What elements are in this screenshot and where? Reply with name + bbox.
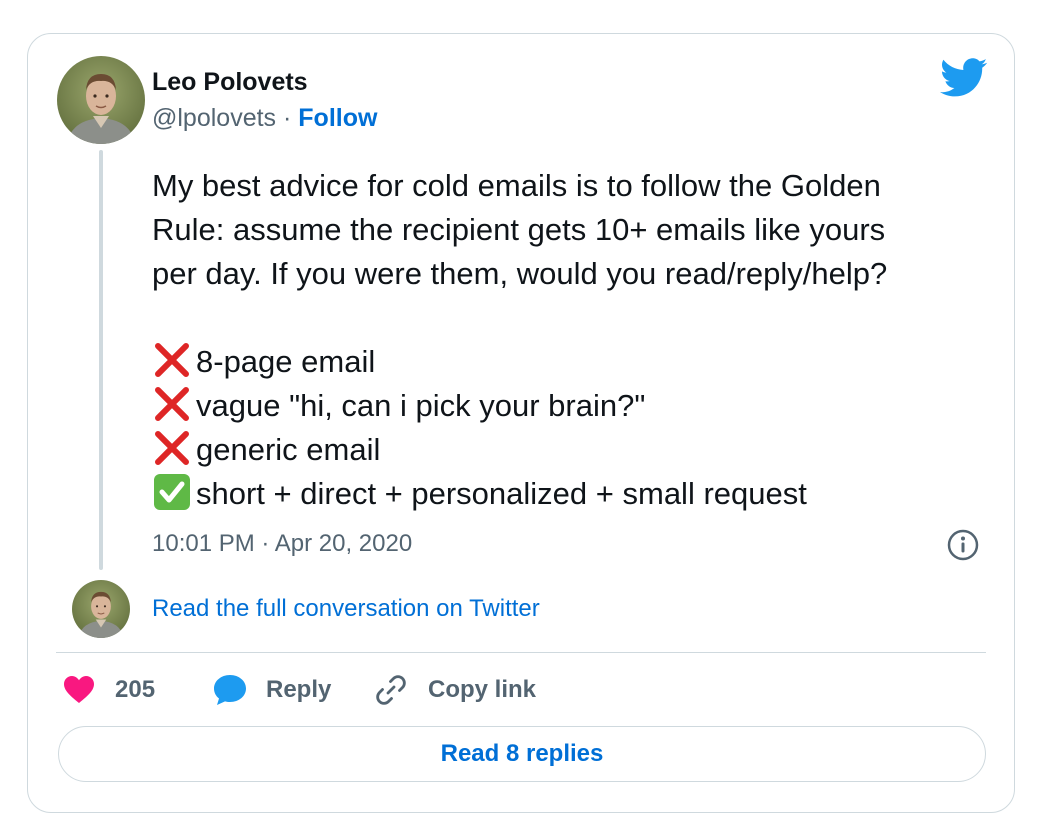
like-count: 205 — [115, 676, 156, 703]
list-item: vague "hi, can i pick your brain?" — [152, 384, 1002, 428]
author-handle[interactable]: @lpolovets — [152, 104, 276, 132]
copy-link-button[interactable]: Copy link — [374, 670, 536, 710]
copy-link-label: Copy link — [428, 676, 537, 703]
cross-mark-icon — [155, 431, 189, 465]
handle-separator: · — [276, 104, 299, 132]
conversation-avatar[interactable] — [72, 580, 130, 638]
tweet-timestamp[interactable]: 10:01 PM · Apr 20, 2020 — [152, 530, 412, 558]
like-button[interactable]: 205 — [63, 670, 155, 710]
list-item: generic email — [152, 428, 1002, 472]
list-item-text: vague "hi, can i pick your brain?" — [196, 388, 646, 423]
link-icon — [376, 675, 406, 705]
info-icon[interactable] — [946, 528, 980, 562]
read-replies-button[interactable]: Read 8 replies — [58, 726, 986, 782]
list-item: short + direct + personalized + small re… — [152, 472, 1002, 516]
check-mark-icon — [154, 474, 190, 510]
tweet-text-line: per day. If you were them, would you rea… — [152, 256, 888, 291]
cross-mark-icon — [155, 387, 189, 421]
read-full-conversation-link[interactable]: Read the full conversation on Twitter — [152, 595, 540, 623]
tweet-text-line: My best advice for cold emails is to fol… — [152, 168, 881, 203]
author-handle-row: @lpolovets · Follow — [152, 104, 377, 133]
author-name[interactable]: Leo Polovets — [152, 68, 308, 97]
divider — [56, 652, 986, 653]
reply-label: Reply — [266, 676, 332, 703]
heart-icon — [64, 676, 94, 703]
reply-button[interactable]: Reply — [212, 670, 331, 710]
cross-mark-icon — [155, 343, 189, 377]
follow-link[interactable]: Follow — [298, 104, 377, 132]
tweet-text-line: Rule: assume the recipient gets 10+ emai… — [152, 212, 886, 247]
list-item-text: 8-page email — [196, 344, 376, 379]
twitter-bird-icon[interactable] — [940, 58, 988, 98]
list-item-text: short + direct + personalized + small re… — [196, 476, 807, 511]
list-item-text: generic email — [196, 432, 381, 467]
reply-bubble-icon — [214, 675, 246, 705]
list-item: 8-page email — [152, 340, 1002, 384]
thread-connector-line — [99, 150, 103, 570]
tweet-text: My best advice for cold emails is to fol… — [152, 164, 1002, 516]
author-avatar[interactable] — [57, 56, 145, 144]
